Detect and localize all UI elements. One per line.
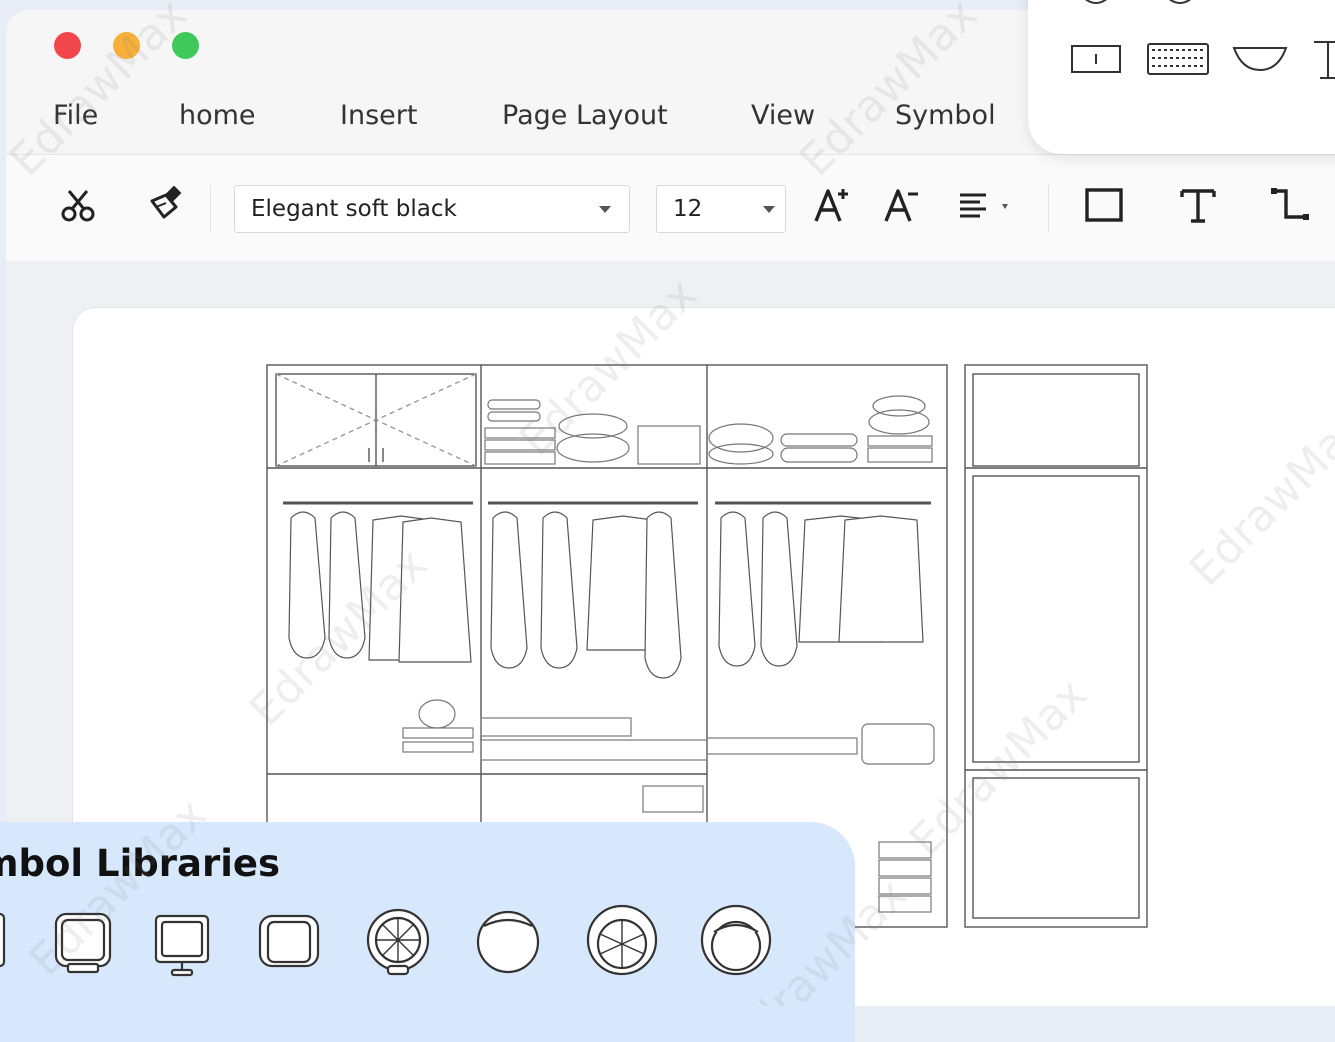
- chair-symbol-8[interactable]: [700, 904, 772, 976]
- chair-symbol-7[interactable]: [586, 904, 658, 976]
- toolbar: Elegant soft black 12: [6, 155, 1335, 261]
- connector-icon[interactable]: [1268, 183, 1312, 227]
- chevron-down-icon: [763, 206, 775, 213]
- close-window-button[interactable]: [54, 32, 81, 59]
- menu-view[interactable]: View: [751, 100, 815, 131]
- minimize-window-button[interactable]: [113, 32, 140, 59]
- menu-page-layout[interactable]: Page Layout: [502, 100, 668, 131]
- symbol-library-popup: [1028, 0, 1335, 154]
- chair-symbol-5[interactable]: [366, 908, 430, 976]
- font-family-value: Elegant soft black: [251, 196, 457, 222]
- menu-home[interactable]: home: [179, 100, 256, 131]
- font-size-select[interactable]: 12: [656, 185, 786, 233]
- format-painter-icon[interactable]: [142, 183, 186, 227]
- chevron-down-icon: [599, 206, 611, 213]
- chair-symbol-4[interactable]: [258, 914, 320, 968]
- chair-symbol-6[interactable]: [476, 910, 540, 974]
- menu-symbol[interactable]: Symbol: [895, 100, 996, 131]
- font-family-select[interactable]: Elegant soft black: [234, 185, 630, 233]
- decrease-font-icon[interactable]: [880, 183, 924, 227]
- font-size-value: 12: [673, 196, 703, 222]
- library-symbol-list: [1071, 0, 1335, 79]
- rectangle-icon[interactable]: [1082, 183, 1126, 227]
- symbol-stand[interactable]: [1314, 41, 1335, 79]
- align-icon[interactable]: [956, 183, 1022, 227]
- chair-symbol-2[interactable]: [54, 912, 112, 974]
- cut-icon[interactable]: [56, 183, 100, 227]
- chair-symbol-list: [0, 904, 772, 977]
- toolbar-separator: [210, 185, 211, 233]
- menu-insert[interactable]: Insert: [340, 100, 417, 131]
- toolbar-separator: [1048, 185, 1049, 233]
- symbol-libraries-panel: Symbol Libraries: [0, 822, 855, 1042]
- text-icon[interactable]: [1176, 183, 1220, 227]
- hanging-clothes: [288, 511, 924, 679]
- symbol-bowl[interactable]: [1232, 47, 1288, 72]
- chair-symbol-1[interactable]: [0, 912, 6, 968]
- side-cabinet: [964, 364, 1148, 928]
- chair-symbol-3[interactable]: [154, 914, 210, 977]
- menu-file[interactable]: File: [53, 100, 98, 131]
- increase-font-icon[interactable]: [810, 183, 854, 227]
- maximize-window-button[interactable]: [172, 32, 199, 59]
